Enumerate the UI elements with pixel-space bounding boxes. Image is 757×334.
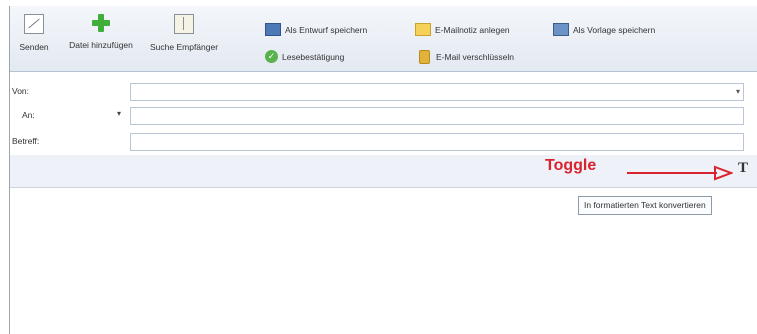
send-button[interactable]: Senden — [18, 14, 50, 52]
toggle-annotation: Toggle — [545, 157, 597, 174]
mail-compose-window: Senden Datei hinzufügen Suche Empfänger … — [0, 0, 757, 334]
text-format-icon[interactable]: T — [738, 160, 748, 177]
search-recipient-button[interactable]: Suche Empfänger — [150, 14, 218, 52]
to-row: An: ▾ — [10, 106, 757, 126]
save-template-label: Als Vorlage speichern — [573, 24, 656, 35]
save-draft-label: Als Entwurf speichern — [285, 24, 368, 35]
annotation-arrow — [627, 165, 733, 181]
to-input[interactable] — [130, 107, 744, 125]
send-label: Senden — [19, 42, 49, 52]
subject-label: Betreff: — [12, 136, 40, 146]
read-receipt-toggle[interactable]: ✓ Lesebestätigung — [265, 50, 344, 63]
format-tooltip: In formatierten Text konvertieren — [578, 196, 712, 215]
encrypt-email-toggle[interactable]: E-Mail verschlüsseln — [415, 50, 514, 64]
note-icon — [415, 23, 431, 36]
plus-icon — [92, 14, 110, 32]
save-template-button[interactable]: Als Vorlage speichern — [553, 23, 655, 36]
search-recipient-label: Suche Empfänger — [150, 42, 219, 52]
create-note-label: E-Mailnotiz anlegen — [435, 24, 510, 35]
from-label: Von: — [12, 86, 30, 96]
subject-row: Betreff: — [10, 132, 757, 152]
to-dropdown-icon[interactable]: ▾ — [117, 109, 121, 118]
save-draft-icon — [265, 23, 281, 36]
mail-header-form: Von: ▾ An: ▾ Betreff: — [10, 80, 757, 155]
subject-input[interactable] — [130, 133, 744, 151]
send-icon — [24, 14, 44, 34]
to-label: An: — [22, 110, 35, 120]
read-receipt-label: Lesebestätigung — [282, 51, 345, 62]
check-icon: ✓ — [265, 50, 278, 63]
attach-file-label: Datei hinzufügen — [69, 40, 133, 50]
chevron-down-icon[interactable]: ▾ — [736, 87, 740, 96]
from-row: Von: ▾ — [10, 82, 757, 102]
address-book-icon — [174, 14, 194, 34]
create-note-button[interactable]: E-Mailnotiz anlegen — [415, 23, 510, 36]
lock-icon — [419, 50, 430, 64]
from-select[interactable]: ▾ — [130, 83, 744, 101]
attach-file-button[interactable]: Datei hinzufügen — [66, 14, 136, 50]
template-icon — [553, 23, 569, 36]
save-draft-button[interactable]: Als Entwurf speichern — [265, 23, 367, 36]
compose-toolbar: Senden Datei hinzufügen Suche Empfänger … — [10, 6, 757, 72]
encrypt-email-label: E-Mail verschlüsseln — [436, 52, 514, 62]
